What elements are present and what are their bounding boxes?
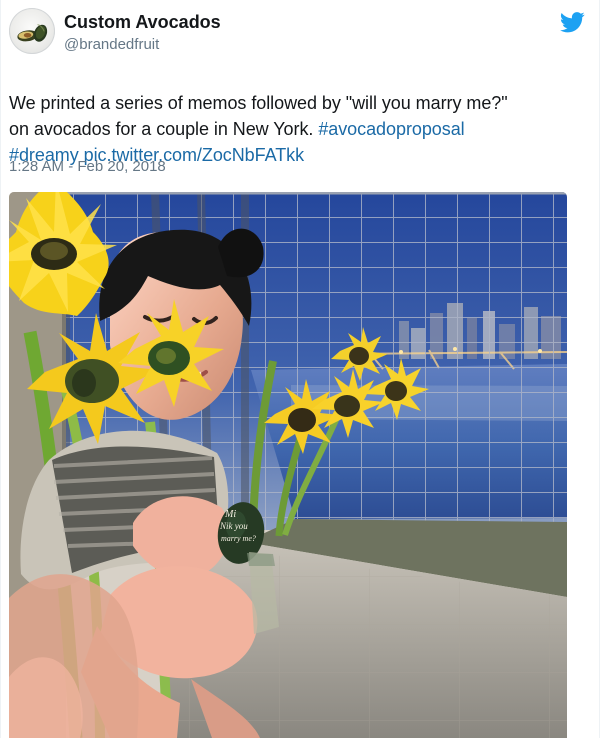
avocado-text-line-3: marry me? [221, 534, 256, 543]
tweet-card: Custom Avocados @brandedfruit We printed… [0, 0, 600, 738]
twitter-bird-icon[interactable] [559, 12, 585, 33]
tweet-photo[interactable]: Mi Nik you marry me? [9, 192, 567, 738]
avocado-text-line-1: Mi [224, 509, 236, 520]
tweet-timestamp[interactable]: 1:28 AM - Feb 20, 2018 [9, 158, 166, 176]
author-handle[interactable]: @brandedfruit [64, 36, 504, 54]
tweet-text: We printed a series of memos followed by… [9, 90, 584, 168]
tweet-author: Custom Avocados @brandedfruit [64, 12, 504, 54]
proposal-photo-illustration: Mi Nik you marry me? [9, 192, 567, 738]
avocado-avatar-icon[interactable] [9, 8, 55, 54]
tweet-header: Custom Avocados @brandedfruit [9, 8, 593, 56]
hashtag-avocado-proposal[interactable]: #avocadoproposal [318, 119, 464, 139]
avocado-text-line-2: Nik you [219, 521, 248, 531]
tweet-text-line-2: on avocados for a couple in New York. [9, 119, 314, 139]
tweet-text-line-1: We printed a series of memos followed by… [9, 93, 508, 113]
twitter-bird-shape [559, 12, 585, 33]
avatar-avocado-graphic [17, 24, 48, 42]
author-display-name[interactable]: Custom Avocados [64, 12, 504, 32]
